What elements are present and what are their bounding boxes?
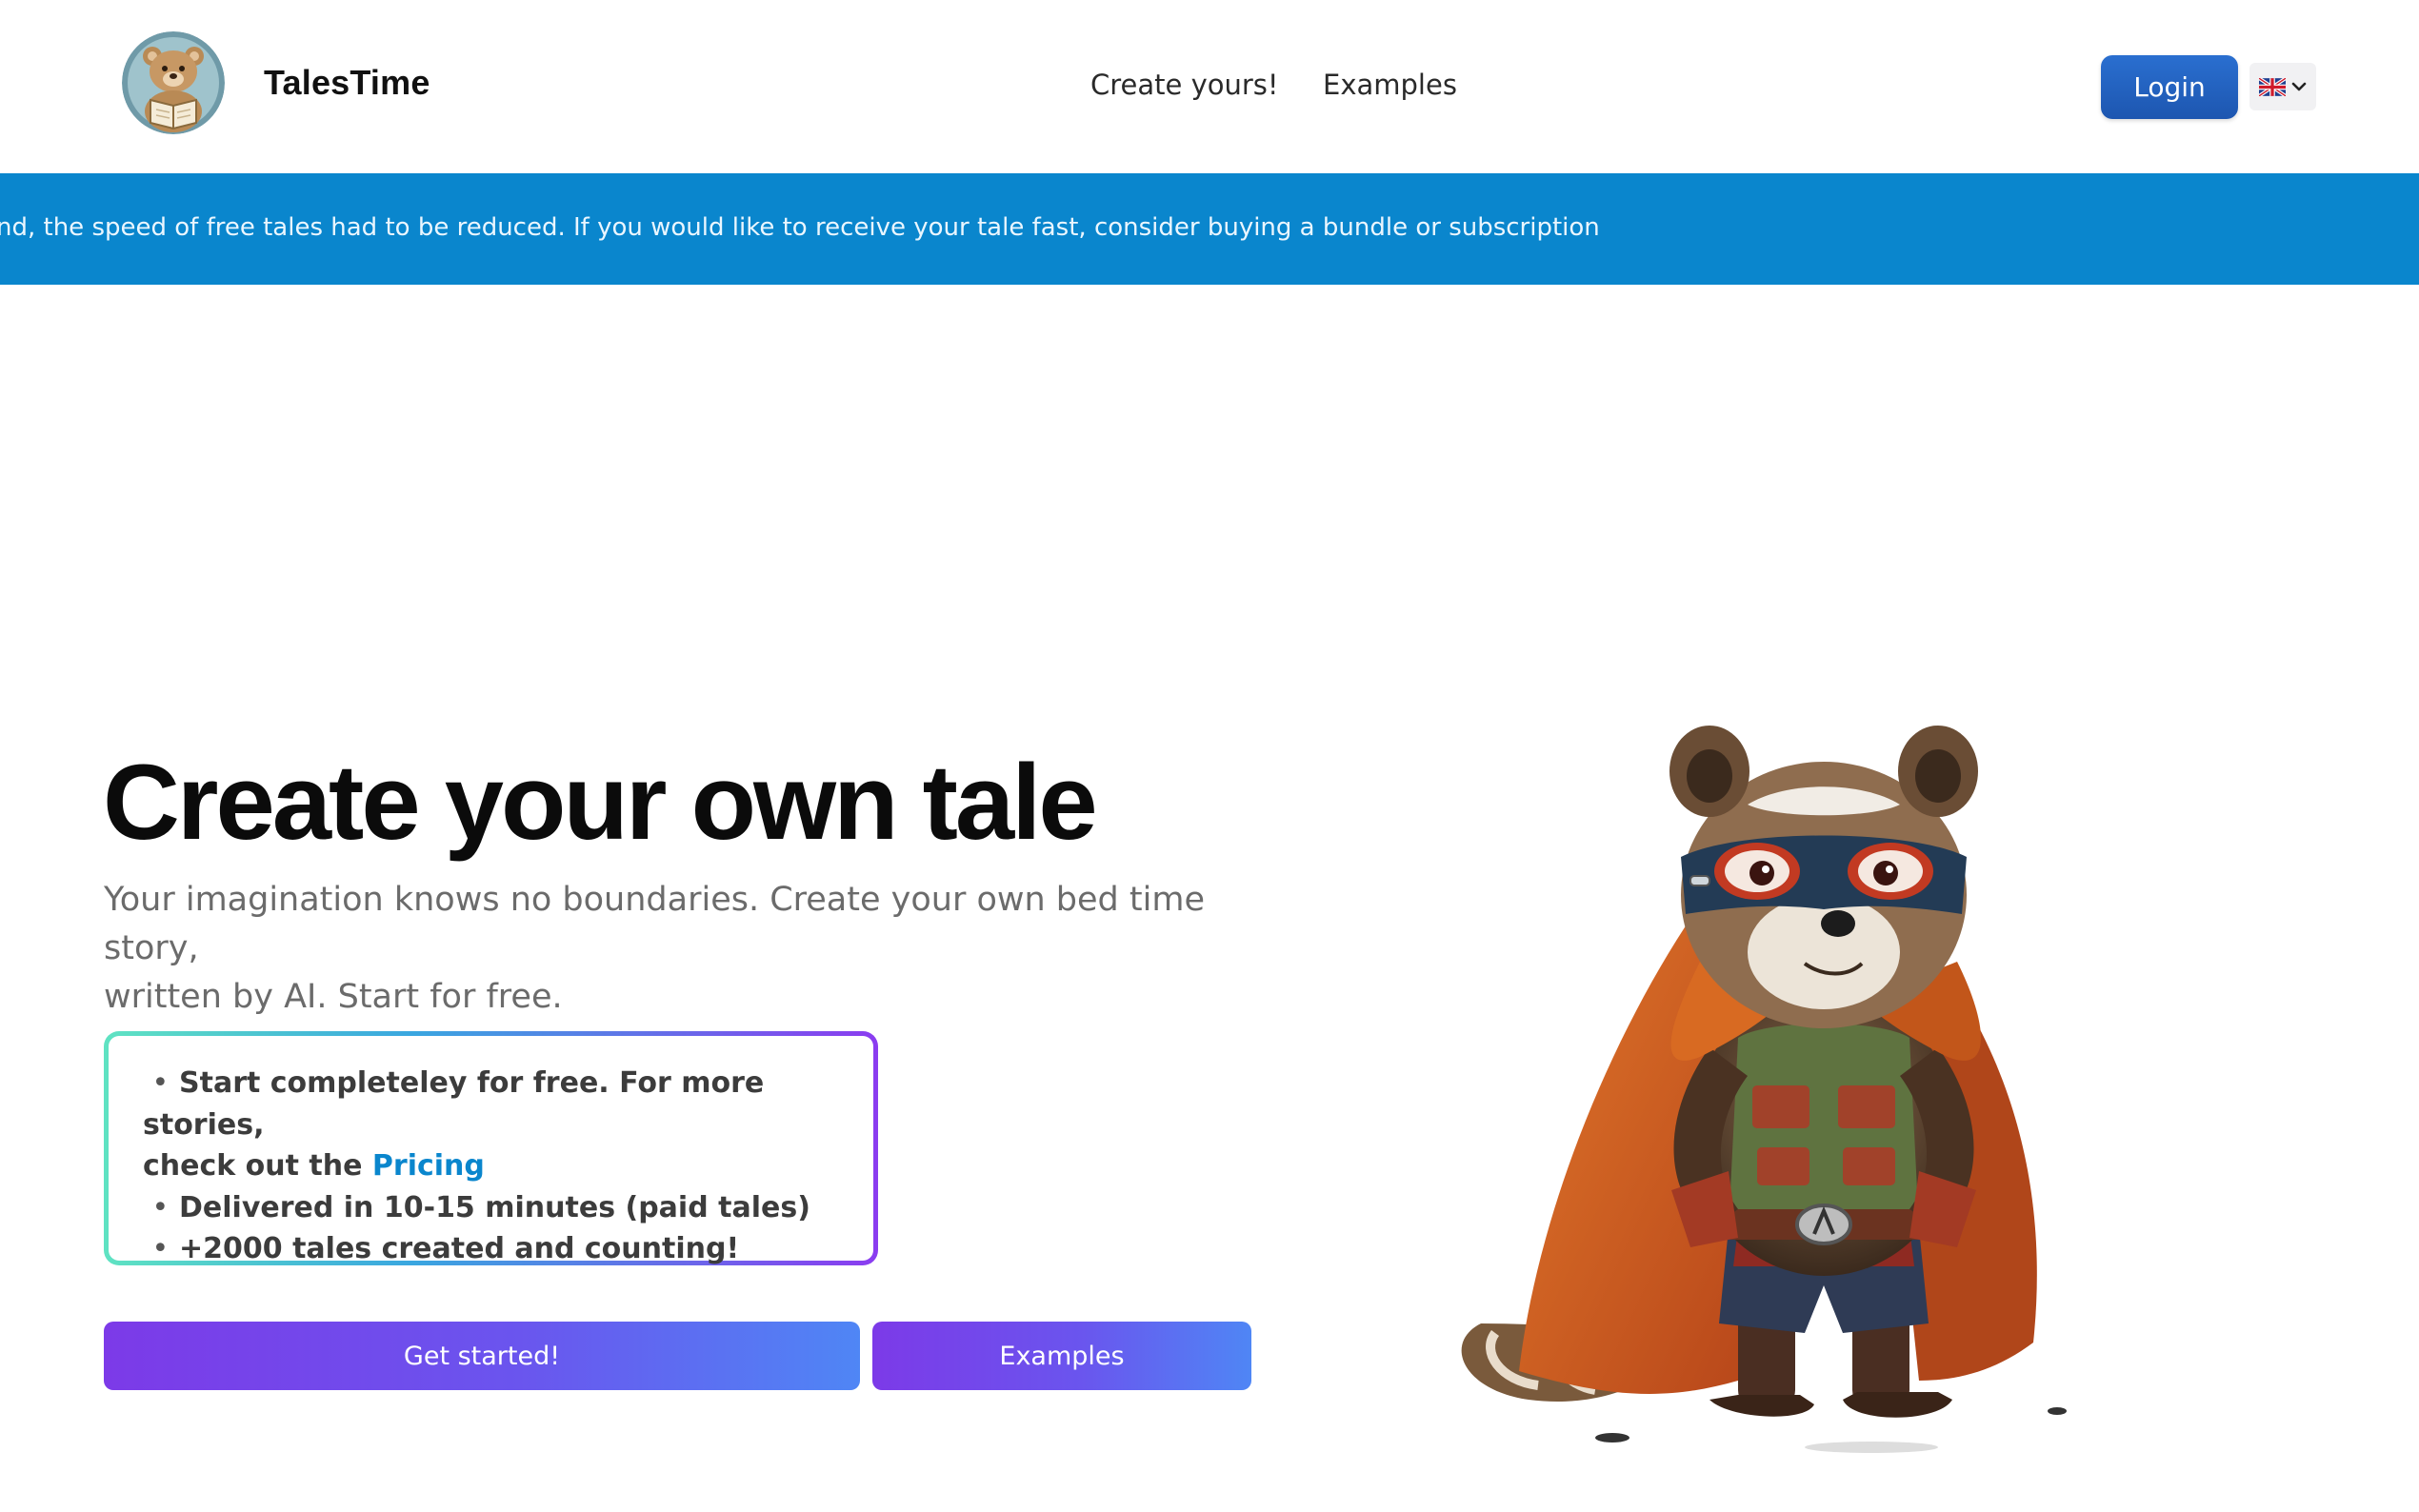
bullet-icon: • [143, 1232, 170, 1265]
hero-subtitle: Your imagination knows no boundaries. Cr… [104, 876, 1304, 1022]
nav-examples-link[interactable]: Examples [1323, 69, 1457, 101]
feature-box: • Start completeley for free. For more st… [104, 1031, 878, 1265]
hero-subtitle-line-1: Your imagination knows no boundaries. Cr… [104, 881, 1205, 967]
login-button[interactable]: Login [2101, 55, 2238, 119]
feature-box-inner: • Start completeley for free. For more st… [109, 1036, 873, 1265]
feature-list: • Start completeley for free. For more st… [143, 1063, 845, 1270]
list-item: • Delivered in 10-15 minutes (paid tales) [143, 1187, 845, 1229]
feature-text-1-continuation: check out the [143, 1149, 372, 1183]
banner-text: nd, the speed of free tales had to be re… [0, 213, 1600, 242]
nav-create-yours-link[interactable]: Create yours! [1090, 69, 1279, 101]
announcement-banner: nd, the speed of free tales had to be re… [0, 173, 2419, 285]
list-item: • +2000 tales created and counting! [143, 1228, 845, 1270]
feature-text-1: Start completeley for free. For more sto… [143, 1066, 765, 1142]
get-started-button[interactable]: Get started! [104, 1322, 860, 1390]
uk-flag-icon [2259, 77, 2286, 96]
hero-subtitle-line-2: written by AI. Start for free. [104, 978, 563, 1016]
teddy-bear-logo-icon[interactable] [122, 31, 225, 134]
bullet-icon: • [143, 1190, 170, 1224]
examples-button[interactable]: Examples [872, 1322, 1251, 1390]
bullet-icon: • [143, 1066, 170, 1100]
chevron-down-icon [2291, 82, 2307, 91]
pricing-link[interactable]: Pricing [372, 1149, 485, 1183]
superhero-raccoon-illustration-icon [1461, 726, 2067, 1453]
language-selector[interactable] [2249, 63, 2316, 110]
feature-text-2: Delivered in 10-15 minutes (paid tales) [179, 1190, 810, 1224]
brand-name[interactable]: TalesTime [264, 63, 430, 103]
feature-text-3: +2000 tales created and counting! [179, 1232, 740, 1265]
list-item: • Start completeley for free. For more st… [143, 1063, 845, 1187]
site-header: TalesTime Create yours! Examples Login [0, 0, 2419, 173]
hero-title: Create your own tale [103, 743, 1098, 862]
